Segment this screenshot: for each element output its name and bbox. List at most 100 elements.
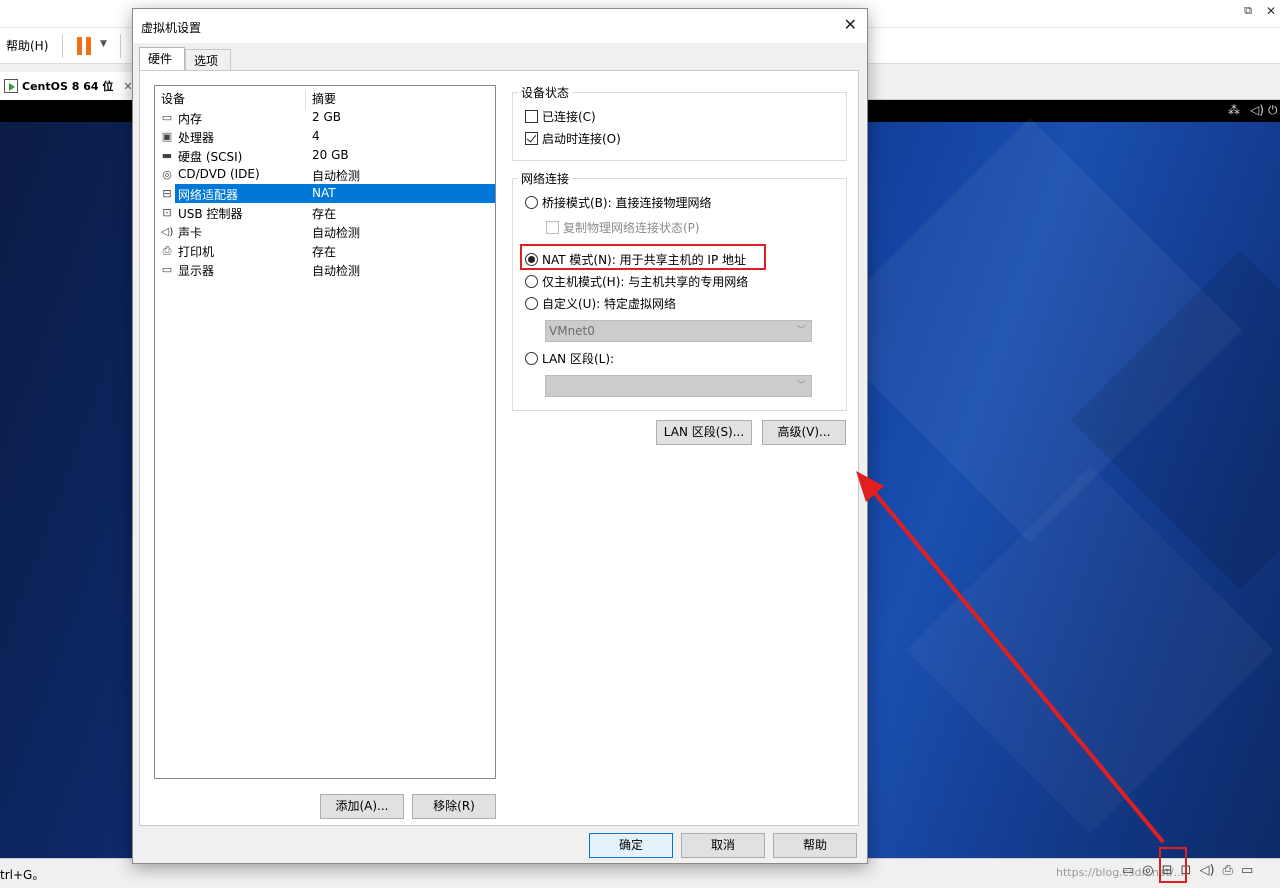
host-only-label: 仅主机模式(H): 与主机共享的专用网络	[542, 274, 749, 289]
device-summary: 自动检测	[312, 264, 361, 278]
vm-tab[interactable]: CentOS 8 64 位 ✕	[0, 72, 141, 100]
dialog-title: 虚拟机设置	[141, 21, 202, 35]
network-icon[interactable]: ⁂	[1228, 103, 1240, 117]
cpu-icon: ▣	[161, 130, 173, 143]
connect-at-power-on-checkbox[interactable]: 启动时连接(O)	[525, 129, 621, 147]
checkbox-box[interactable]	[525, 109, 538, 123]
usb-icon: ⊡	[162, 206, 172, 219]
lan-segment-select[interactable]: ﹀	[545, 375, 812, 397]
custom-network-select[interactable]: VMnet0 ﹀	[545, 320, 812, 342]
advanced-button[interactable]: 高级(V)...	[762, 420, 846, 445]
lan-segment-label: LAN 区段(L):	[542, 351, 615, 366]
device-row[interactable]: ▬ 硬盘 (SCSI) 20 GB	[155, 146, 495, 165]
device-summary: 20 GB	[312, 148, 349, 162]
tab-hardware[interactable]: 硬件	[139, 47, 185, 71]
chevron-down-icon[interactable]: ▼	[100, 39, 107, 49]
column-separator[interactable]	[305, 90, 306, 110]
device-row[interactable]: ⊟ 网络适配器 NAT	[155, 184, 495, 203]
sound-card-icon: ◁)	[160, 225, 174, 238]
ok-button[interactable]: 确定	[589, 833, 673, 858]
status-annotation-box	[1159, 847, 1187, 883]
status-device-icons: ▭ ◎ ⊟ ⊡ ◁) ⎙ ▭	[1122, 863, 1253, 878]
radio-host-only[interactable]: 仅主机模式(H): 与主机共享的专用网络	[525, 272, 748, 290]
lan-segments-button[interactable]: LAN 区段(S)...	[656, 420, 752, 445]
device-summary: 存在	[312, 207, 337, 221]
status-hint: trl+G。	[0, 868, 45, 882]
device-row[interactable]: ◎ CD/DVD (IDE) 自动检测	[155, 165, 495, 184]
replicate-state-checkbox[interactable]: 复制物理网络连接状态(P)	[546, 218, 700, 236]
restore-icon[interactable]: ⧉	[1244, 4, 1252, 18]
close-icon[interactable]: ✕	[844, 15, 857, 34]
device-name: CD/DVD (IDE)	[178, 167, 260, 181]
checkbox-box[interactable]	[525, 131, 538, 145]
device-list[interactable]: 设备 摘要 ▭ 内存 2 GB ▣ 处理器 4 ▬ 硬盘 (SCSI) 20 GB ◎ CD/DVD…	[154, 85, 496, 779]
device-row[interactable]: ⎙ 打印机 存在	[155, 241, 495, 260]
hardware-page: 设备 摘要 ▭ 内存 2 GB ▣ 处理器 4 ▬ 硬盘 (SCSI) 20 GB ◎ CD/DVD…	[139, 70, 859, 826]
device-row[interactable]: ▭ 内存 2 GB	[155, 108, 495, 127]
device-name: 声卡	[178, 226, 203, 240]
toolbar-separator	[120, 34, 121, 58]
dialog-titlebar: 虚拟机设置 ✕	[133, 9, 867, 43]
sound-status-icon[interactable]: ◁)	[1199, 863, 1214, 878]
tab-options[interactable]: 选项	[185, 49, 231, 71]
device-name: 网络适配器	[178, 188, 239, 202]
hard-disk-icon: ▬	[161, 149, 173, 162]
device-row[interactable]: ▣ 处理器 4	[155, 127, 495, 146]
device-name: 硬盘 (SCSI)	[178, 150, 243, 164]
printer-icon: ⎙	[162, 244, 172, 257]
hard-disk-status-icon[interactable]: ▭	[1122, 863, 1134, 878]
device-summary: 自动检测	[312, 226, 361, 240]
radio-circle[interactable]	[525, 274, 538, 288]
add-device-button[interactable]: 添加(A)...	[320, 794, 404, 819]
device-name: 处理器	[178, 131, 215, 145]
device-row[interactable]: ⊡ USB 控制器 存在	[155, 203, 495, 222]
toolbar-separator	[62, 34, 63, 58]
radio-circle[interactable]	[525, 195, 538, 209]
cd-dvd-icon: ◎	[162, 168, 172, 181]
device-summary: 2 GB	[312, 110, 341, 124]
power-icon[interactable]: ⏻	[1268, 103, 1278, 118]
device-status-group: 设备状态 已连接(C) 启动时连接(O)	[512, 84, 847, 161]
device-status-title: 设备状态	[518, 84, 573, 101]
display-status-icon[interactable]: ▭	[1241, 863, 1253, 878]
device-row[interactable]: ◁) 声卡 自动检测	[155, 222, 495, 241]
help-button[interactable]: 帮助	[773, 833, 857, 858]
network-adapter-icon: ⊟	[162, 187, 172, 200]
connect-at-power-on-label: 启动时连接(O)	[542, 131, 621, 146]
connected-label: 已连接(C)	[542, 109, 596, 124]
cd-status-icon[interactable]: ◎	[1142, 863, 1153, 878]
printer-status-icon[interactable]: ⎙	[1223, 863, 1233, 878]
close-icon[interactable]: ✕	[1266, 4, 1276, 18]
radio-bridged[interactable]: 桥接模式(B): 直接连接物理网络	[525, 193, 711, 211]
network-connection-title: 网络连接	[518, 170, 573, 187]
column-summary[interactable]: 摘要	[312, 90, 336, 107]
volume-icon[interactable]: ◁)	[1250, 103, 1264, 117]
checkbox-box[interactable]	[546, 220, 559, 234]
device-name: 内存	[178, 112, 203, 126]
device-name: 打印机	[178, 245, 215, 259]
column-device[interactable]: 设备	[161, 90, 185, 107]
vm-settings-dialog: 虚拟机设置 ✕ 硬件 选项 设备 摘要 ▭ 内存 2 GB ▣ 处理器 4 ▬ 硬盘 (SCS…	[132, 8, 868, 864]
memory-icon: ▭	[161, 111, 173, 124]
device-list-header: 设备 摘要	[155, 86, 495, 110]
radio-circle[interactable]	[525, 296, 538, 310]
menu-help[interactable]: 帮助(H)	[6, 37, 48, 54]
device-summary: 4	[312, 129, 320, 143]
display-icon: ▭	[161, 263, 173, 276]
replicate-state-label: 复制物理网络连接状态(P)	[563, 220, 700, 235]
radio-lan-segment[interactable]: LAN 区段(L):	[525, 349, 614, 367]
bridged-label: 桥接模式(B): 直接连接物理网络	[542, 195, 712, 210]
pause-icon[interactable]	[77, 37, 93, 55]
device-row[interactable]: ▭ 显示器 自动检测	[155, 260, 495, 279]
radio-custom[interactable]: 自定义(U): 特定虚拟网络	[525, 294, 676, 312]
device-summary: NAT	[312, 186, 336, 200]
cancel-button[interactable]: 取消	[681, 833, 765, 858]
connected-checkbox[interactable]: 已连接(C)	[525, 107, 596, 125]
remove-device-button[interactable]: 移除(R)	[412, 794, 496, 819]
custom-network-value: VMnet0	[549, 324, 595, 338]
radio-circle[interactable]	[525, 351, 538, 365]
custom-label: 自定义(U): 特定虚拟网络	[542, 296, 677, 311]
chevron-down-icon: ﹀	[796, 326, 806, 336]
device-name: USB 控制器	[178, 207, 243, 221]
chevron-down-icon: ﹀	[796, 381, 806, 391]
